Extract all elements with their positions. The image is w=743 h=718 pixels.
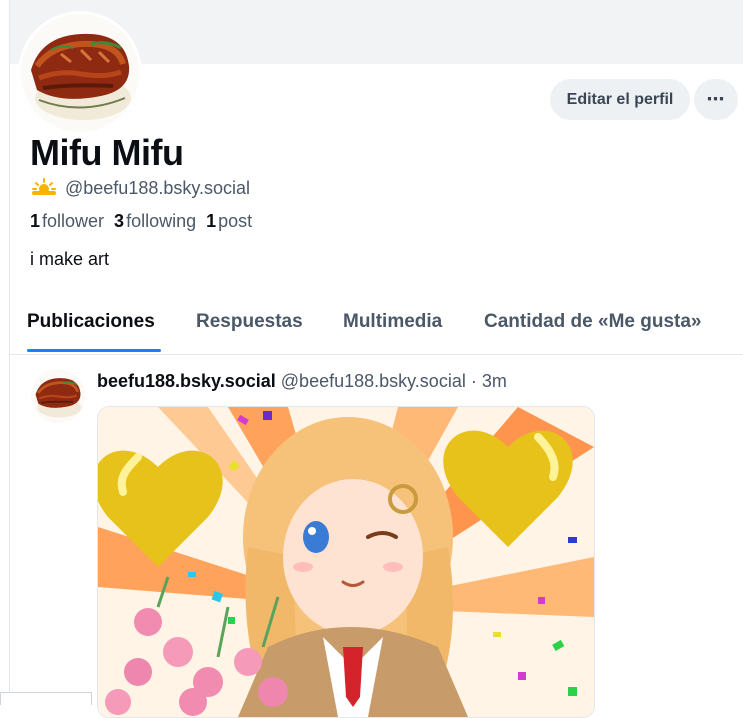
post-author-handle[interactable]: @beefu188.bsky.social <box>281 371 466 391</box>
profile-display-name: Mifu Mifu <box>30 132 184 173</box>
following-label: following <box>126 211 197 231</box>
sun-cloud-icon <box>31 177 57 200</box>
profile-handle-row: @beefu188.bsky.social <box>31 177 250 200</box>
active-tab-indicator <box>27 349 161 352</box>
following-count: 3 <box>114 211 125 231</box>
edit-profile-button[interactable]: Editar el perfil <box>550 79 690 120</box>
post-separator: · <box>470 371 477 391</box>
post-image[interactable] <box>97 406 595 718</box>
posts-count: 1 <box>206 211 217 231</box>
more-options-button[interactable]: ⋯ <box>694 79 738 120</box>
followers-count: 1 <box>30 211 41 231</box>
posts-label: post <box>218 211 253 231</box>
profile-stats: 1 follower 3 following 1 post <box>30 211 252 232</box>
more-icon: ⋯ <box>706 89 726 109</box>
post-header: beefu188.bsky.social @beefu188.bsky.soci… <box>97 371 507 392</box>
tab-respuestas[interactable]: Respuestas <box>196 311 303 333</box>
profile-bio: i make art <box>30 249 110 269</box>
profile-avatar[interactable] <box>21 14 139 132</box>
posts-stat: 1 post <box>206 211 252 232</box>
following-link[interactable]: 3 following <box>114 211 196 232</box>
tab-publicaciones[interactable]: Publicaciones <box>27 311 155 333</box>
followers-link[interactable]: 1 follower <box>30 211 104 232</box>
followers-label: follower <box>42 211 105 231</box>
post-timestamp[interactable]: 3m <box>482 371 507 391</box>
tab-multimedia[interactable]: Multimedia <box>343 311 442 333</box>
status-tab <box>0 692 92 705</box>
post-author-avatar[interactable] <box>31 369 85 423</box>
post-author-name[interactable]: beefu188.bsky.social <box>97 371 276 391</box>
tab-me-gusta[interactable]: Cantidad de «Me gusta» <box>484 311 702 333</box>
profile-handle: @beefu188.bsky.social <box>65 178 251 198</box>
profile-tabs: Publicaciones Respuestas Multimedia Cant… <box>10 296 743 355</box>
